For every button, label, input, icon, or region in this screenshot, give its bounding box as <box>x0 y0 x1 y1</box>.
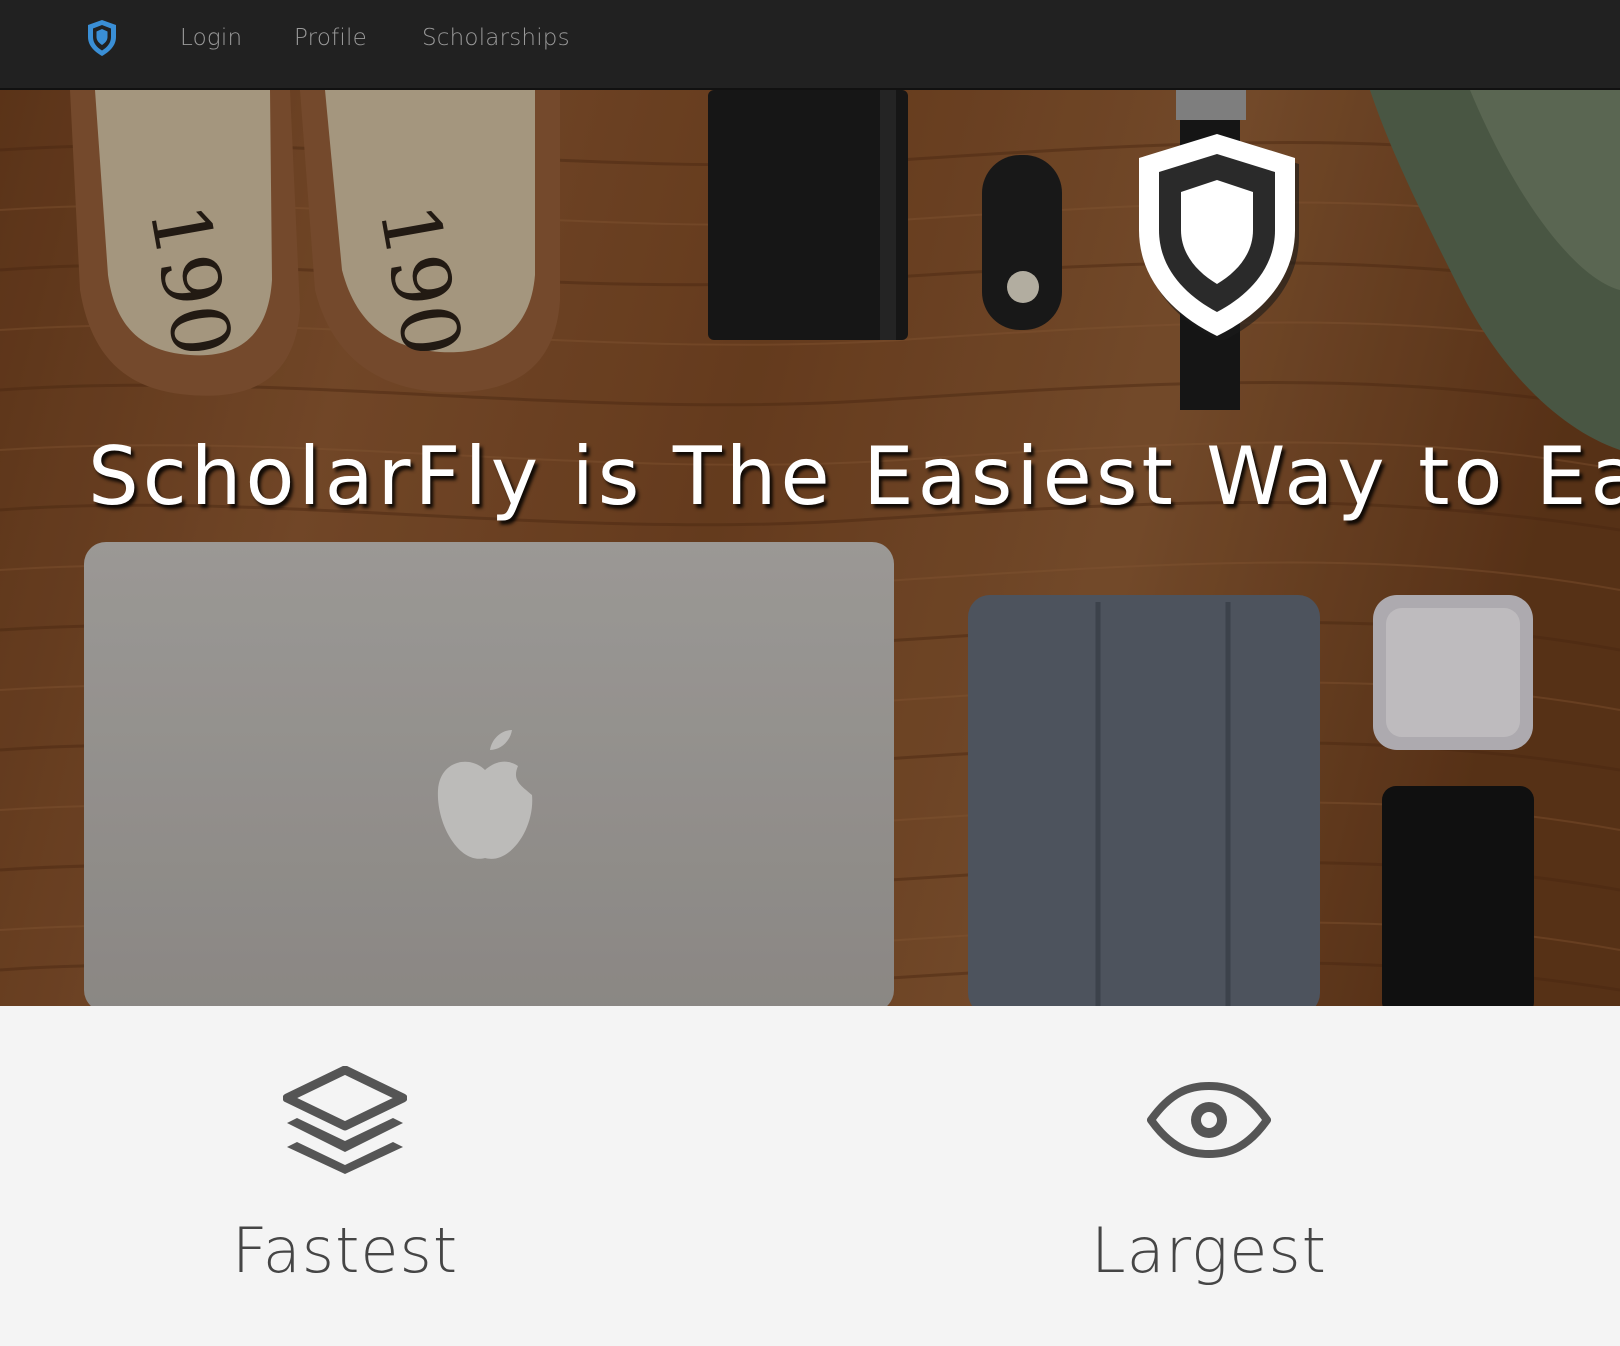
nav-link-profile[interactable]: Profile <box>294 25 367 51</box>
hero-background-photo: 190 190 <box>0 90 1620 1006</box>
feature-title-fastest: Fastest <box>231 1214 459 1287</box>
hero-title: ScholarFly is The Easiest Way to Earn <box>88 430 1620 523</box>
features-section: Fastest Largest <box>0 1006 1620 1346</box>
top-navbar: Login Profile Scholarships <box>0 0 1620 90</box>
shield-icon[interactable] <box>86 19 118 57</box>
nav-link-scholarships[interactable]: Scholarships <box>422 25 570 51</box>
nav-link-login[interactable]: Login <box>180 25 242 51</box>
shield-icon <box>1139 134 1299 340</box>
feature-title-largest: Largest <box>1091 1214 1327 1287</box>
layers-icon <box>283 1066 407 1174</box>
hero-section: 190 190 ScholarFly is The Easiest Way to… <box>0 90 1620 1006</box>
eye-icon <box>1147 1082 1271 1158</box>
